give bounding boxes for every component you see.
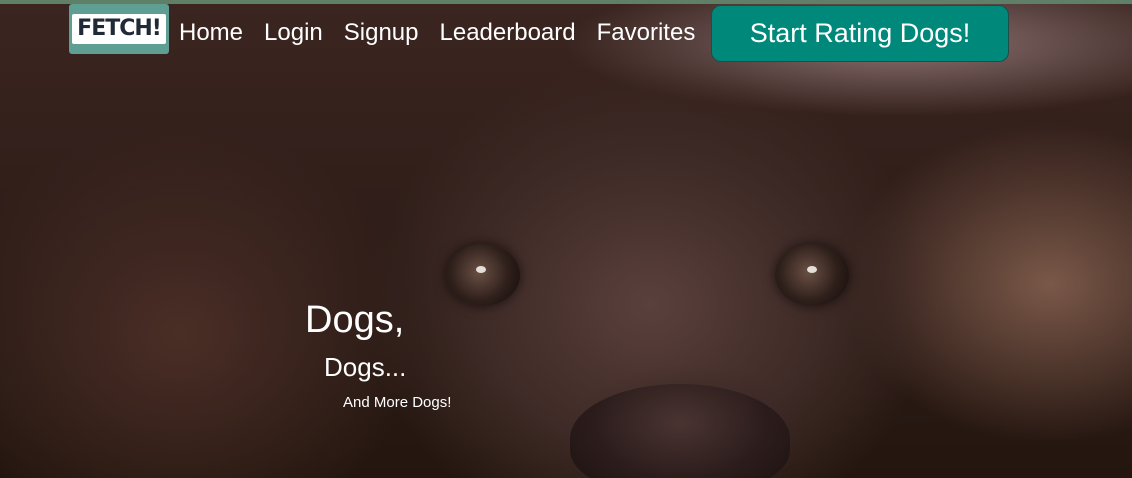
dog-eye-right bbox=[775, 244, 849, 306]
fetch-logo[interactable]: FETCH! bbox=[69, 4, 169, 54]
nav-link-home[interactable]: Home bbox=[179, 18, 243, 48]
nav-links: Home Login Signup Leaderboard Favorites bbox=[179, 18, 716, 48]
top-accent-strip bbox=[0, 0, 1132, 4]
nav-link-signup[interactable]: Signup bbox=[344, 18, 419, 48]
hero-heading-2: Dogs... bbox=[324, 352, 407, 382]
hero-background-image bbox=[0, 4, 1132, 478]
start-rating-dogs-button[interactable]: Start Rating Dogs! bbox=[711, 5, 1009, 62]
nav-link-leaderboard[interactable]: Leaderboard bbox=[440, 18, 576, 48]
hero-heading-3: And More Dogs! bbox=[343, 394, 452, 411]
dog-nose bbox=[570, 384, 790, 478]
hero-heading-1: Dogs, bbox=[305, 299, 405, 341]
logo-text: FETCH! bbox=[72, 14, 166, 44]
eye-glint bbox=[476, 266, 486, 273]
dog-eye-left bbox=[446, 244, 520, 306]
navbar: FETCH! Home Login Signup Leaderboard Fav… bbox=[0, 4, 1132, 64]
landing-page: FETCH! Home Login Signup Leaderboard Fav… bbox=[0, 0, 1132, 478]
nav-link-login[interactable]: Login bbox=[264, 18, 323, 48]
nav-link-favorites[interactable]: Favorites bbox=[597, 18, 696, 48]
eye-glint bbox=[807, 266, 817, 273]
